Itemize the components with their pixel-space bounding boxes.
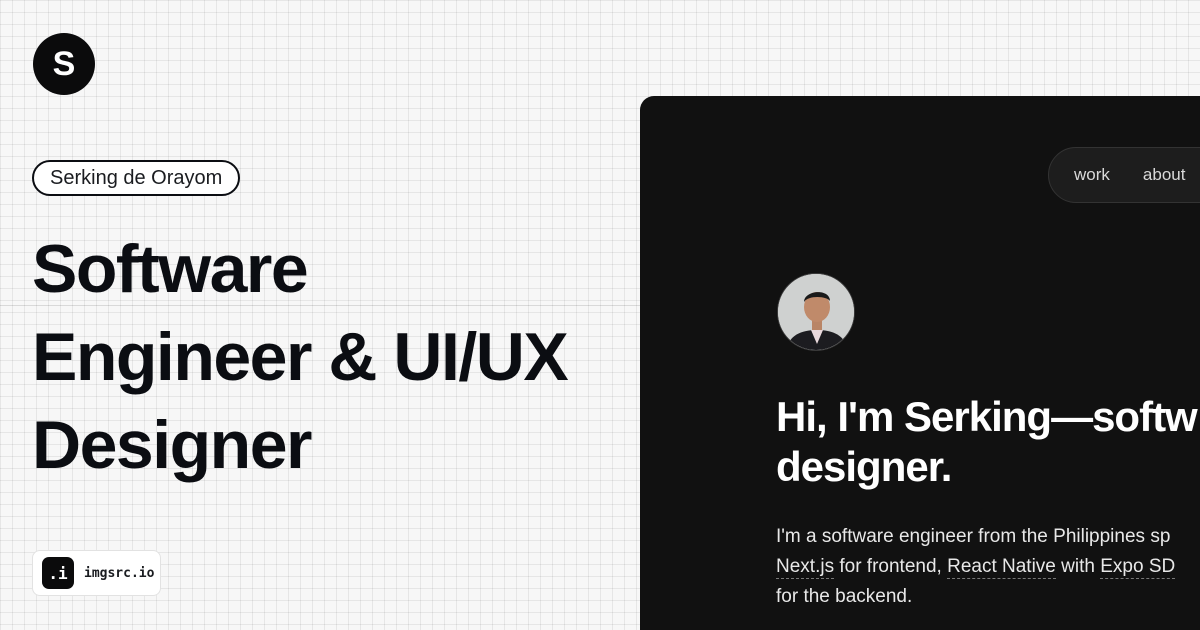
imgsrc-badge[interactable]: .i imgsrc.io [32, 550, 161, 596]
brand-logo[interactable]: S [33, 33, 95, 95]
imgsrc-logo-icon: .i [42, 557, 74, 589]
page-headline: Software Engineer & UI/UX Designer [32, 225, 632, 489]
author-name-pill: Serking de Orayom [32, 160, 241, 196]
badge-label: imgsrc.io [84, 565, 155, 581]
link-nextjs[interactable]: Next.js [776, 556, 835, 579]
nav-link-about[interactable]: about [1143, 165, 1186, 185]
link-react-native[interactable]: React Native [947, 556, 1056, 579]
bio-line: for the backend. [776, 586, 913, 607]
bio-text: for frontend, [834, 556, 948, 577]
nav-link-work[interactable]: work [1074, 165, 1110, 185]
preview-hero-heading: Hi, I'm Serking—softw designer. [776, 392, 1198, 492]
preview-nav: work about [1048, 147, 1200, 203]
headline-line: Engineer & UI/UX [32, 319, 569, 395]
hero-line: designer. [776, 443, 952, 490]
profile-photo [778, 274, 854, 350]
hero-line: Hi, I'm Serking—softw [776, 393, 1198, 440]
headline-line: Designer [32, 407, 313, 483]
s-logo-icon: S [53, 45, 76, 83]
preview-bio: I'm a software engineer from the Philipp… [776, 522, 1176, 612]
author-name: Serking de Orayom [50, 166, 223, 189]
website-preview-panel: work about Hi, I'm Serking—softw designe… [640, 96, 1200, 630]
bio-text: with [1055, 556, 1101, 577]
link-expo-sdk[interactable]: Expo SD [1100, 556, 1176, 579]
headline-line: Software [32, 231, 309, 307]
svg-text:S: S [53, 45, 76, 83]
bio-line: Next.js for frontend, React Native with … [776, 552, 1176, 582]
bio-line: I'm a software engineer from the Philipp… [776, 526, 1171, 547]
avatar [777, 273, 855, 351]
